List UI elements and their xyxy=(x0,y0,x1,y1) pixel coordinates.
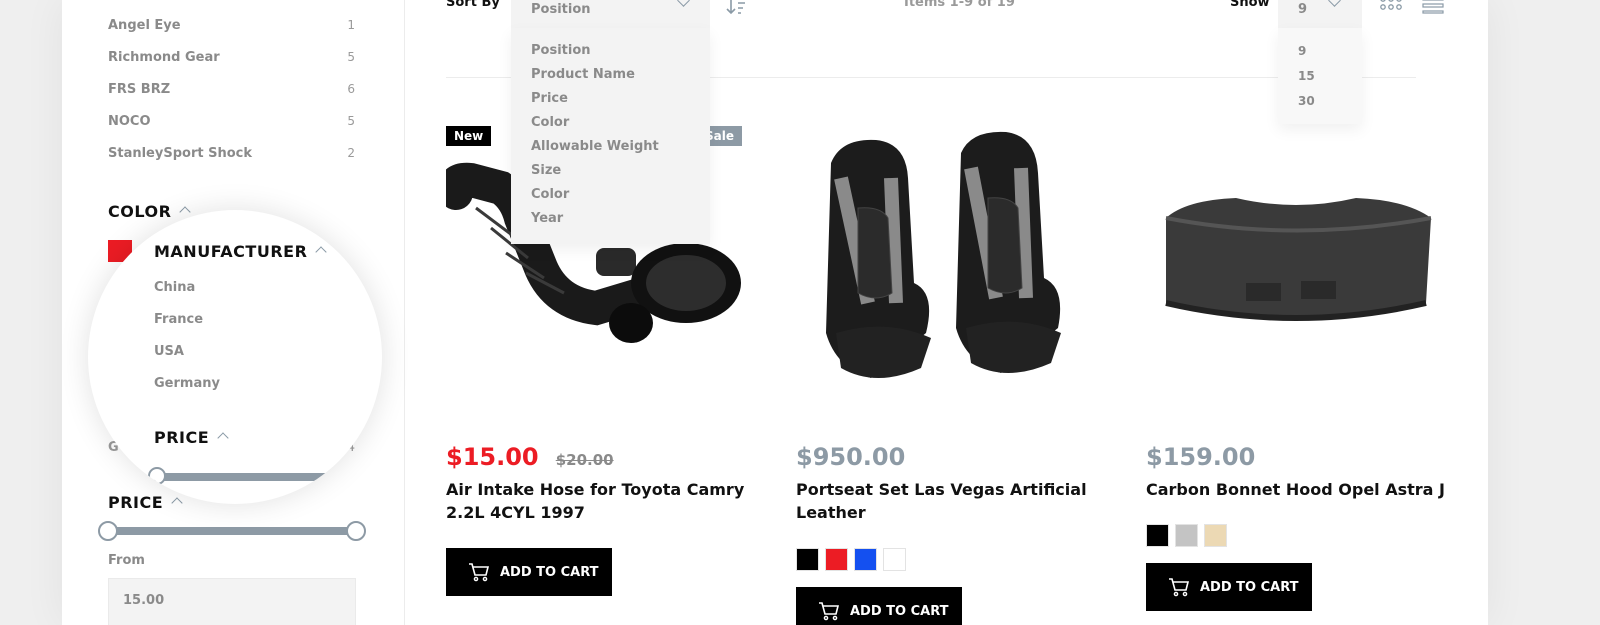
chevron-up-icon xyxy=(217,432,229,444)
sort-option[interactable]: Year xyxy=(531,211,563,226)
sort-option[interactable]: Size xyxy=(531,163,561,178)
manufacturer-item[interactable]: China xyxy=(154,280,195,295)
price-from-label: From xyxy=(108,553,145,568)
slider-max-handle[interactable] xyxy=(346,521,366,541)
sort-option[interactable]: Color xyxy=(531,115,569,130)
color-swatches xyxy=(1146,524,1233,551)
manufacturer-item[interactable]: Germany xyxy=(154,376,220,391)
brand-filter-item[interactable]: Angel Eye 1 xyxy=(108,18,355,38)
price-filter-header[interactable]: PRICE xyxy=(108,493,183,512)
sort-by-label: Sort By xyxy=(446,0,500,10)
add-to-cart-button[interactable]: ADD TO CART xyxy=(446,548,612,596)
show-select-value: 9 xyxy=(1298,2,1308,17)
brand-name: Angel Eye xyxy=(108,18,181,33)
sort-select-value: Position xyxy=(531,2,591,17)
color-swatch-black[interactable] xyxy=(1146,524,1169,547)
price-from-input[interactable]: 15.00 xyxy=(108,578,356,625)
add-to-cart-label: ADD TO CART xyxy=(500,564,599,580)
color-swatch-blue[interactable] xyxy=(854,548,877,571)
slider-min-handle[interactable] xyxy=(148,467,166,485)
brand-name: StanleySport Shock xyxy=(108,146,253,161)
brand-filter-item[interactable]: FRS BRZ 6 xyxy=(108,82,355,102)
brand-count: 6 xyxy=(347,82,355,96)
filter-sidebar: Angel Eye 1 Richmond Gear 5 FRS BRZ 6 NO… xyxy=(62,0,405,625)
color-swatch-white[interactable] xyxy=(883,548,906,571)
list-view-icon[interactable] xyxy=(1422,0,1444,14)
product-image[interactable] xyxy=(796,118,1096,418)
price-row: $159.00 xyxy=(1146,443,1255,471)
brand-name: FRS BRZ xyxy=(108,82,171,97)
show-option[interactable]: 15 xyxy=(1298,69,1315,83)
manufacturer-item[interactable]: USA xyxy=(154,344,184,359)
price-filter-title: PRICE xyxy=(108,493,164,512)
color-filter-title: COLOR xyxy=(108,202,172,221)
magnifier-lens: MANUFACTURER China France USA Germany PR… xyxy=(88,210,382,504)
brand-count: 5 xyxy=(347,114,355,128)
items-count: Items 1-9 of 19 xyxy=(904,0,1015,10)
brand-name: Richmond Gear xyxy=(108,50,220,65)
product-name[interactable]: Portseat Set Las Vegas Artificial Leathe… xyxy=(796,478,1096,524)
page: Angel Eye 1 Richmond Gear 5 FRS BRZ 6 NO… xyxy=(62,0,1488,625)
sort-option[interactable]: Allowable Weight xyxy=(531,139,659,154)
brand-name: NOCO xyxy=(108,114,151,129)
product-price: $159.00 xyxy=(1146,443,1256,471)
chevron-up-icon xyxy=(171,497,183,509)
brand-filter-item[interactable]: NOCO 5 xyxy=(108,114,355,134)
show-options-menu: 9 15 30 xyxy=(1278,28,1362,124)
product-name[interactable]: Air Intake Hose for Toyota Camry 2.2L 4C… xyxy=(446,478,746,524)
cart-icon xyxy=(469,563,490,582)
price-row: $15.00 $20.00 xyxy=(446,443,614,471)
show-option[interactable]: 9 xyxy=(1298,44,1306,58)
price-filter-title: PRICE xyxy=(154,428,210,447)
product-name[interactable]: Carbon Bonnet Hood Opel Astra J xyxy=(1146,478,1446,501)
brand-count: 5 xyxy=(347,50,355,64)
product-old-price: $20.00 xyxy=(555,451,614,469)
add-to-cart-label: ADD TO CART xyxy=(1200,579,1299,595)
brand-count: 1 xyxy=(347,18,355,32)
new-badge: New xyxy=(446,126,492,146)
show-label: Show xyxy=(1230,0,1270,10)
color-swatch-grey[interactable] xyxy=(1175,524,1198,547)
sort-option[interactable]: Position xyxy=(531,43,591,58)
price-row: $950.00 xyxy=(796,443,905,471)
brand-filter-item[interactable]: Richmond Gear 5 xyxy=(108,50,355,70)
price-range-slider[interactable] xyxy=(148,467,382,485)
sort-options-menu: Position Product Name Price Color Allowa… xyxy=(511,28,710,244)
show-option[interactable]: 30 xyxy=(1298,94,1315,108)
manufacturer-filter-header[interactable]: MANUFACTURER xyxy=(154,242,328,261)
price-range-slider[interactable] xyxy=(98,521,366,541)
product-price: $950.00 xyxy=(796,443,906,471)
slider-min-handle[interactable] xyxy=(98,521,118,541)
product-image[interactable] xyxy=(1146,118,1446,418)
price-filter-header[interactable]: PRICE xyxy=(154,428,229,447)
add-to-cart-button[interactable]: ADD TO CART xyxy=(796,587,962,625)
color-swatches xyxy=(796,548,912,575)
sort-option[interactable]: Price xyxy=(531,91,568,106)
chevron-down-icon xyxy=(677,0,690,7)
show-select[interactable]: 9 xyxy=(1278,0,1362,28)
color-swatch-black[interactable] xyxy=(796,548,819,571)
brand-count: 2 xyxy=(347,146,355,160)
chevron-down-icon xyxy=(1328,0,1341,7)
brand-filter-item[interactable]: StanleySport Shock 2 xyxy=(108,146,355,166)
color-swatch-red[interactable] xyxy=(825,548,848,571)
grid-view-icon[interactable] xyxy=(1380,0,1402,14)
sort-direction-icon[interactable] xyxy=(726,0,748,16)
color-filter-header[interactable]: COLOR xyxy=(108,202,192,221)
manufacturer-filter-title: MANUFACTURER xyxy=(154,242,308,261)
sort-option[interactable]: Color xyxy=(531,187,569,202)
cart-icon xyxy=(1169,578,1190,597)
add-to-cart-label: ADD TO CART xyxy=(850,603,949,619)
chevron-up-icon xyxy=(315,246,328,258)
manufacturer-item[interactable]: France xyxy=(154,312,203,327)
add-to-cart-button[interactable]: ADD TO CART xyxy=(1146,563,1312,611)
product-price: $15.00 xyxy=(446,443,539,471)
sort-select[interactable]: Position xyxy=(511,0,710,28)
sort-option[interactable]: Product Name xyxy=(531,67,635,82)
color-swatch-beige[interactable] xyxy=(1204,524,1227,547)
cart-icon xyxy=(819,602,840,621)
